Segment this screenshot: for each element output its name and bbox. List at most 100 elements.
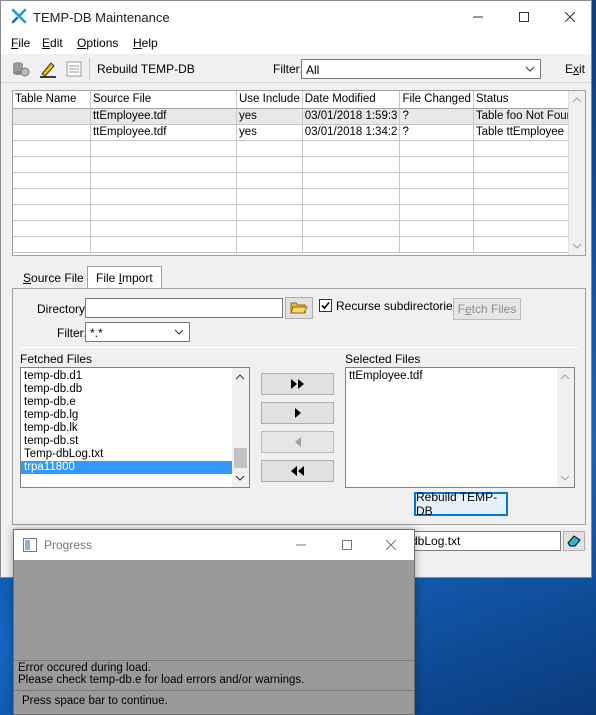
grid-cell: 03/01/2018 1:34:2	[302, 124, 401, 141]
progress-close-button[interactable]	[368, 530, 414, 560]
eraser-icon	[567, 535, 581, 547]
recurse-label: Recurse subdirectories	[336, 299, 459, 313]
list-item[interactable]: temp-db.e	[21, 396, 232, 409]
column-header[interactable]: Date Modified	[302, 91, 401, 109]
temp-db-table-grid[interactable]: Table Name Source File Use Include Date …	[12, 90, 586, 256]
table-row[interactable]	[13, 140, 585, 157]
arrow-left-icon	[294, 437, 301, 447]
list-item[interactable]: temp-db.lk	[21, 422, 232, 435]
minimize-button[interactable]	[455, 1, 501, 32]
app-logo-icon	[11, 8, 27, 24]
list-item[interactable]: temp-db.d1	[21, 370, 232, 383]
table-row[interactable]	[13, 204, 585, 221]
grid-cell: 03/01/2018 1:59:3	[302, 108, 401, 125]
recurse-checkbox[interactable]	[319, 299, 332, 312]
column-header[interactable]: File Changed	[399, 91, 474, 109]
scroll-thumb[interactable]	[234, 448, 247, 468]
progress-maximize-button[interactable]	[324, 530, 370, 560]
erase-log-button[interactable]	[563, 531, 585, 551]
edit-pencil-icon[interactable]	[38, 59, 58, 79]
grid-cell	[13, 124, 91, 141]
error-message-area: Error occured during load. Please check …	[14, 660, 414, 690]
table-row[interactable]	[13, 172, 585, 189]
tab-file-import[interactable]: File Import	[87, 266, 162, 289]
minimize-icon	[473, 16, 483, 17]
selected-scrollbar[interactable]	[557, 368, 574, 487]
grid-cell: yes	[236, 124, 303, 141]
fetched-files-label: Fetched Files	[20, 352, 93, 366]
grid-cell: ?	[399, 108, 474, 125]
rebuild-temp-db-button[interactable]: Rebuild TEMP-DB	[414, 490, 508, 518]
close-button[interactable]	[547, 1, 591, 32]
progress-window-icon	[23, 538, 37, 552]
chevron-down-icon	[525, 66, 535, 72]
scroll-down-icon[interactable]	[569, 239, 585, 253]
list-item[interactable]: temp-db.st	[21, 435, 232, 448]
list-icon[interactable]	[64, 59, 84, 79]
add-all-button[interactable]	[261, 373, 334, 395]
table-row[interactable]	[13, 220, 585, 237]
list-item[interactable]: temp-db.db	[21, 383, 232, 396]
double-arrow-left-icon	[290, 466, 304, 476]
column-header[interactable]: Use Include	[236, 91, 303, 109]
filter-select[interactable]: All	[301, 59, 541, 79]
maximize-icon	[519, 11, 529, 22]
menu-edit[interactable]: Edit	[42, 36, 63, 50]
chevron-down-icon	[174, 329, 184, 335]
directory-input[interactable]	[85, 298, 283, 318]
grid-cell: ttEmployee.tdf	[90, 108, 237, 125]
database-icon[interactable]	[11, 59, 31, 79]
table-row[interactable]	[13, 156, 585, 173]
list-item-selected[interactable]: trpa11800	[21, 461, 232, 474]
add-selected-button[interactable]	[261, 402, 334, 424]
scroll-up-icon[interactable]	[569, 93, 585, 107]
log-divider	[12, 526, 586, 527]
tab-source-file[interactable]: Source File	[15, 267, 92, 289]
toolbar: Rebuild TEMP-DB Filter: All Exit	[1, 55, 591, 83]
scroll-up-icon[interactable]	[557, 370, 573, 384]
title-bar[interactable]: TEMP-DB Maintenance	[1, 1, 591, 32]
double-arrow-right-icon	[290, 379, 304, 389]
scroll-up-icon[interactable]	[232, 370, 248, 384]
list-item[interactable]: ttEmployee.tdf	[346, 370, 423, 383]
progress-title-bar[interactable]: Progress	[14, 530, 414, 560]
column-header[interactable]: Source File	[90, 91, 237, 109]
minimize-icon	[296, 544, 306, 546]
maximize-icon	[342, 540, 352, 550]
close-icon	[386, 540, 396, 550]
fetched-files-list[interactable]: temp-db.d1 temp-db.db temp-db.e temp-db.…	[20, 367, 250, 488]
maximize-button[interactable]	[501, 1, 547, 32]
scroll-down-icon[interactable]	[557, 471, 573, 485]
exit-button[interactable]: Exit	[565, 62, 585, 76]
import-filter-select[interactable]: *.*	[85, 322, 190, 342]
table-row[interactable]	[13, 188, 585, 205]
menu-options[interactable]: Options	[77, 36, 118, 50]
filter-select-value: All	[306, 63, 320, 77]
column-header[interactable]: Table Name	[13, 91, 91, 109]
browse-folder-button[interactable]	[285, 297, 313, 319]
fetch-files-button[interactable]: Fe tch Files	[453, 298, 521, 320]
progress-minimize-button[interactable]	[278, 530, 324, 560]
list-item[interactable]: temp-db.lg	[21, 409, 232, 422]
close-icon	[565, 11, 575, 22]
grid-cell: ?	[399, 124, 474, 141]
menu-file[interactable]: File	[11, 36, 30, 50]
table-row[interactable]: ttEmployee.tdf yes 03/01/2018 1:59:3 ? T…	[13, 108, 585, 125]
table-row[interactable]	[13, 236, 585, 253]
log-file-field[interactable]: dbLog.txt	[406, 531, 561, 551]
table-row[interactable]: ttEmployee.tdf yes 03/01/2018 1:34:2 ? T…	[13, 124, 585, 141]
remove-all-button[interactable]	[261, 460, 334, 482]
scroll-down-icon[interactable]	[232, 471, 248, 485]
list-item[interactable]: Temp-dbLog.txt	[21, 448, 232, 461]
grid-scrollbar[interactable]	[568, 91, 585, 255]
continue-prompt-area: Press space bar to continue.	[14, 690, 414, 714]
fetched-scrollbar[interactable]	[232, 368, 249, 487]
continue-prompt: Press space bar to continue.	[22, 695, 168, 707]
folder-open-icon	[290, 302, 308, 314]
window-title: TEMP-DB Maintenance	[33, 10, 170, 25]
rebuild-temp-db-tool[interactable]: Rebuild TEMP-DB	[97, 62, 195, 76]
remove-selected-button[interactable]	[261, 431, 334, 453]
menu-bar: File Edit Options Help	[1, 32, 591, 54]
selected-files-list[interactable]: ttEmployee.tdf	[345, 367, 575, 488]
menu-help[interactable]: Help	[133, 36, 158, 50]
